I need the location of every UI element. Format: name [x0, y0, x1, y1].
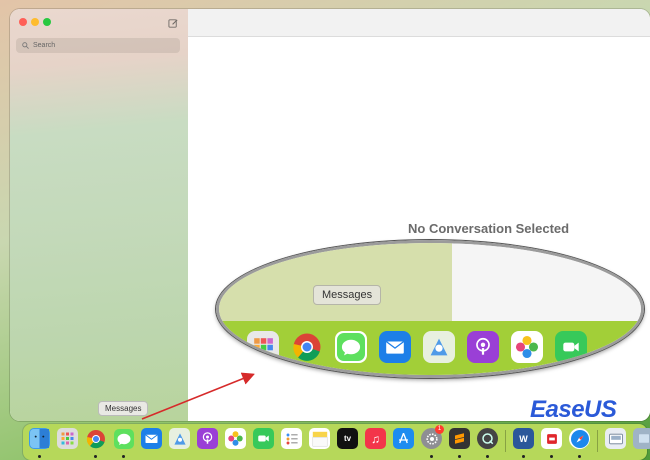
music-icon[interactable]: ♫ [365, 428, 386, 449]
empty-state-text: No Conversation Selected [408, 221, 570, 236]
zoomed-messages-tooltip: Messages [313, 285, 382, 305]
maps-icon[interactable] [423, 331, 455, 363]
notes-icon[interactable] [309, 428, 330, 449]
maps-icon[interactable] [169, 428, 190, 449]
facetime-icon[interactable] [253, 428, 274, 449]
apple-tv-label: tv [343, 434, 352, 443]
messages-icon[interactable] [335, 331, 367, 363]
downloads-folder-icon[interactable] [633, 428, 650, 449]
close-button[interactable] [19, 18, 27, 26]
chrome-icon[interactable] [291, 331, 323, 363]
compose-icon[interactable] [168, 16, 179, 28]
search-input[interactable]: Search [16, 38, 180, 53]
mail-icon[interactable] [379, 331, 411, 363]
dock: tv ♫ 1 W [23, 424, 650, 460]
photos-icon[interactable] [511, 331, 543, 363]
preview-icon[interactable] [605, 428, 626, 449]
reminders-icon[interactable] [281, 428, 302, 449]
minimize-button[interactable] [31, 18, 39, 26]
word-icon[interactable]: W [513, 428, 534, 449]
sublime-icon[interactable] [449, 428, 470, 449]
word-label: W [519, 433, 528, 444]
finder-icon[interactable] [29, 428, 50, 449]
podcasts-icon[interactable] [197, 428, 218, 449]
mail-icon[interactable] [141, 428, 162, 449]
settings-badge: 1 [435, 425, 444, 434]
flashcards-icon[interactable] [541, 428, 562, 449]
sidebar: Search [10, 9, 188, 421]
podcasts-icon[interactable] [467, 331, 499, 363]
app-store-icon[interactable] [393, 428, 414, 449]
messages-icon[interactable] [113, 428, 134, 449]
apple-tv-icon[interactable]: tv [337, 428, 358, 449]
search-icon [22, 42, 29, 49]
photos-icon[interactable] [225, 428, 246, 449]
messages-tooltip: Messages [98, 401, 149, 416]
zoom-button[interactable] [43, 18, 51, 26]
easeus-logo: EaseUS [530, 396, 617, 423]
search-placeholder: Search [33, 42, 56, 49]
launchpad-icon[interactable] [57, 428, 78, 449]
facetime-icon[interactable] [555, 331, 587, 363]
zoom-callout: Messages [216, 240, 644, 378]
safari-icon[interactable] [569, 428, 590, 449]
chrome-icon[interactable] [85, 428, 106, 449]
conversation-header [188, 9, 650, 37]
launchpad-icon[interactable] [247, 331, 279, 363]
quicktime-icon[interactable] [477, 428, 498, 449]
